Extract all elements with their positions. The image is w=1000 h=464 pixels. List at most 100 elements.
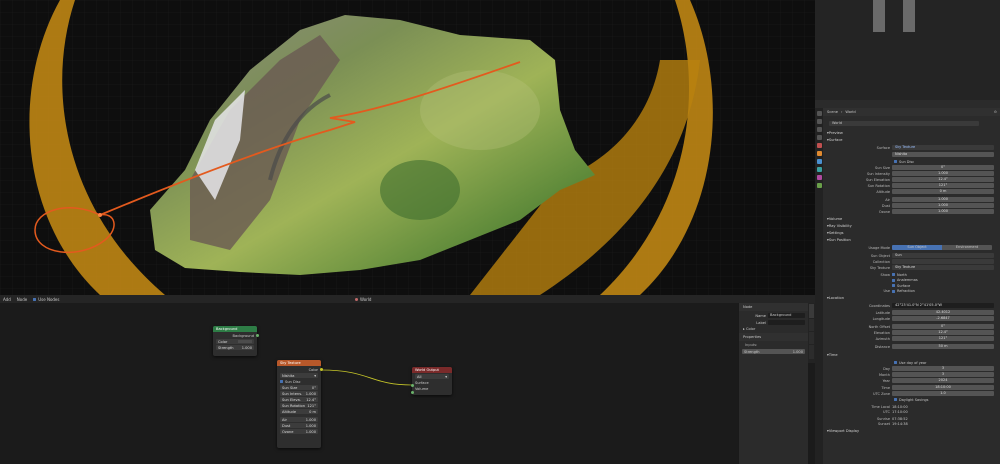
background-output-socket[interactable] [255, 334, 259, 337]
pin-icon[interactable]: ⊙ [994, 110, 997, 114]
sky-texture-select-field[interactable]: Sky Texture [892, 265, 994, 270]
outliner-scroll-block-left [873, 0, 885, 32]
sky-atmos-2-label: Ozone [878, 209, 890, 214]
preview-section[interactable]: ▾ Preview [819, 130, 996, 136]
sky-node-field[interactable]: Sun Intens. 1.000 [280, 391, 318, 396]
chevron-down-icon: ▾ [445, 374, 447, 379]
sky-node-field[interactable]: Air 1.000 [280, 417, 318, 422]
sky-1-label: Sun Intensity [866, 171, 890, 176]
use-day-of-year-checkbox[interactable] [894, 361, 897, 364]
ray-visibility-section[interactable]: ▾ Ray Visibility [819, 223, 996, 229]
node-name-row: Name Background [742, 313, 805, 318]
viewport-scene [0, 0, 815, 295]
usage-mode-sun-object[interactable]: Sun Object [892, 245, 942, 250]
sidebar-tab-tool[interactable] [809, 319, 814, 331]
sun-disc-checkbox[interactable] [894, 160, 897, 163]
sky-node-field[interactable]: Altitude 0 m [280, 409, 318, 414]
background-color-field[interactable]: Color [216, 339, 254, 344]
coordinates-label: Coordinates [868, 303, 890, 308]
usage-mode-environment[interactable]: Environment [942, 245, 992, 250]
location-1-field[interactable]: -2.6847 [892, 316, 994, 321]
sky-type-row: Nishita [815, 151, 1000, 158]
sky-color-output-socket[interactable] [319, 368, 323, 371]
sky-atmos-2-field[interactable]: 1.000 [892, 209, 994, 214]
settings-section[interactable]: ▾ Settings [819, 230, 996, 236]
sun-position-section[interactable]: ▾ Sun Position [819, 237, 996, 243]
background-strength-label: Strength [218, 345, 234, 350]
sky-4-field[interactable]: 0 m [892, 189, 994, 194]
location-4-field[interactable]: 121° [892, 336, 994, 341]
world-name-input[interactable]: World [829, 121, 979, 126]
sky-atmos-0-label: Air [885, 197, 890, 202]
sky-node-field-label: Dust [282, 423, 291, 428]
sky-node-field-value: 1.000 [305, 429, 316, 434]
time-section[interactable]: ▾ Time [819, 352, 996, 358]
node-name-input[interactable]: Background [768, 313, 805, 318]
world-output-volume-label: Volume [415, 386, 429, 391]
sidebar-tab-options[interactable] [809, 345, 814, 359]
node-sidebar-header[interactable]: Node [739, 303, 808, 311]
sky-0-label: Sun Size [875, 165, 890, 170]
show-option-3[interactable]: Use Refraction [815, 288, 1000, 295]
sky-node-field-value: 121° [307, 403, 316, 408]
sky-node-field[interactable]: Sun Rotation 121° [280, 403, 318, 408]
show-option-checkbox[interactable] [892, 289, 895, 293]
preview-section-label: Preview [828, 131, 843, 135]
settings-section-label: Settings [828, 231, 844, 235]
background-output-label: Background [232, 333, 254, 338]
node-strength-field[interactable]: Strength 1.000 [742, 349, 805, 354]
viewport-display-section[interactable]: ▾ Viewport Display [819, 428, 996, 434]
node-sidebar: Node Name Background Label ▸ Color Prope… [738, 303, 808, 464]
surface-section[interactable]: ▾ Surface [819, 137, 996, 143]
sidebar-tab-node[interactable] [809, 304, 814, 318]
sky-atmos-1-label: Dust [881, 203, 890, 208]
node-properties-header[interactable]: Properties [739, 333, 808, 341]
sidebar-tab-view[interactable] [809, 332, 814, 344]
world-output-surface-socket[interactable] [410, 384, 414, 387]
world-output-node[interactable]: World Output All ▾ Surface Volume [410, 367, 452, 395]
node-strength-value: 1.000 [792, 349, 803, 354]
volume-section[interactable]: ▾ Volume [819, 216, 996, 222]
coordinates-field[interactable]: 42°23'41.0"N 2°41'05.0"W [892, 303, 994, 308]
sky-node-field-label: Sun Intens. [282, 391, 303, 396]
sky-node-field[interactable]: Ozone 1.000 [280, 429, 318, 434]
node-color-toggle[interactable]: ▸ Color [743, 327, 804, 331]
sky-type-field[interactable]: Nishita [892, 152, 994, 157]
sky-node-field[interactable]: Sun Size 0° [280, 385, 318, 390]
world-output-target-dropdown[interactable]: All ▾ [415, 374, 449, 379]
location-0-label: Latitude [875, 310, 890, 315]
daylight-savings-checkbox[interactable] [894, 398, 897, 401]
node-inputs-label: Inputs: [745, 343, 758, 347]
shader-node-editor[interactable]: Add Node Use Nodes World Background Back… [0, 295, 815, 464]
sun-object-label: Sun Object [870, 253, 890, 258]
location-5-field[interactable]: 50 m [892, 344, 994, 349]
sky-node-field[interactable]: Sun Eleva. 12.4° [280, 397, 318, 402]
sky-type-dropdown[interactable]: Nishita ▾ [280, 373, 318, 378]
sky-node-field-label: Sun Eleva. [282, 397, 301, 402]
sky-sun-disc-checkbox[interactable]: Sun Disc [280, 379, 318, 384]
time-info-1: UTC 17:10:00 [815, 408, 1000, 415]
sky-node-field-label: Sun Size [282, 385, 298, 390]
time-2-field[interactable]: 2024 [892, 378, 994, 383]
background-strength-field[interactable]: Strength 1.000 [216, 345, 254, 350]
tool-tab-icon[interactable] [816, 111, 822, 116]
sky-texture-select-label: Sky Texture [869, 265, 890, 270]
surface-shader-field[interactable]: Sky Texture [892, 145, 994, 150]
sky-texture-node[interactable]: Sky Texture Color Nishita ▾ Sun Disc Sun … [277, 360, 323, 448]
location-section[interactable]: ▾ Location [819, 295, 996, 301]
node-label-input[interactable] [768, 320, 805, 325]
scene-breadcrumb: Scene [827, 110, 838, 114]
sky-node-field-value: 1.000 [305, 417, 316, 422]
background-node[interactable]: Background Background Color Strength 1.00… [213, 326, 259, 356]
time-0-label: Day [883, 366, 890, 371]
world-output-volume-socket[interactable] [410, 391, 414, 394]
location-section-label: Location [828, 296, 845, 300]
sky-node-field-label: Altitude [282, 409, 297, 414]
node-label-label: Label [756, 320, 766, 325]
surface-section-label: Surface [828, 138, 843, 142]
daylight-savings[interactable]: Daylight Savings [815, 396, 1000, 403]
3d-viewport[interactable] [0, 0, 815, 295]
location-5-label: Distance [874, 344, 890, 349]
sky-node-field[interactable]: Dust 1.000 [280, 423, 318, 428]
coordinates-row: Coordinates 42°23'41.0"N 2°41'05.0"W [815, 302, 1000, 309]
